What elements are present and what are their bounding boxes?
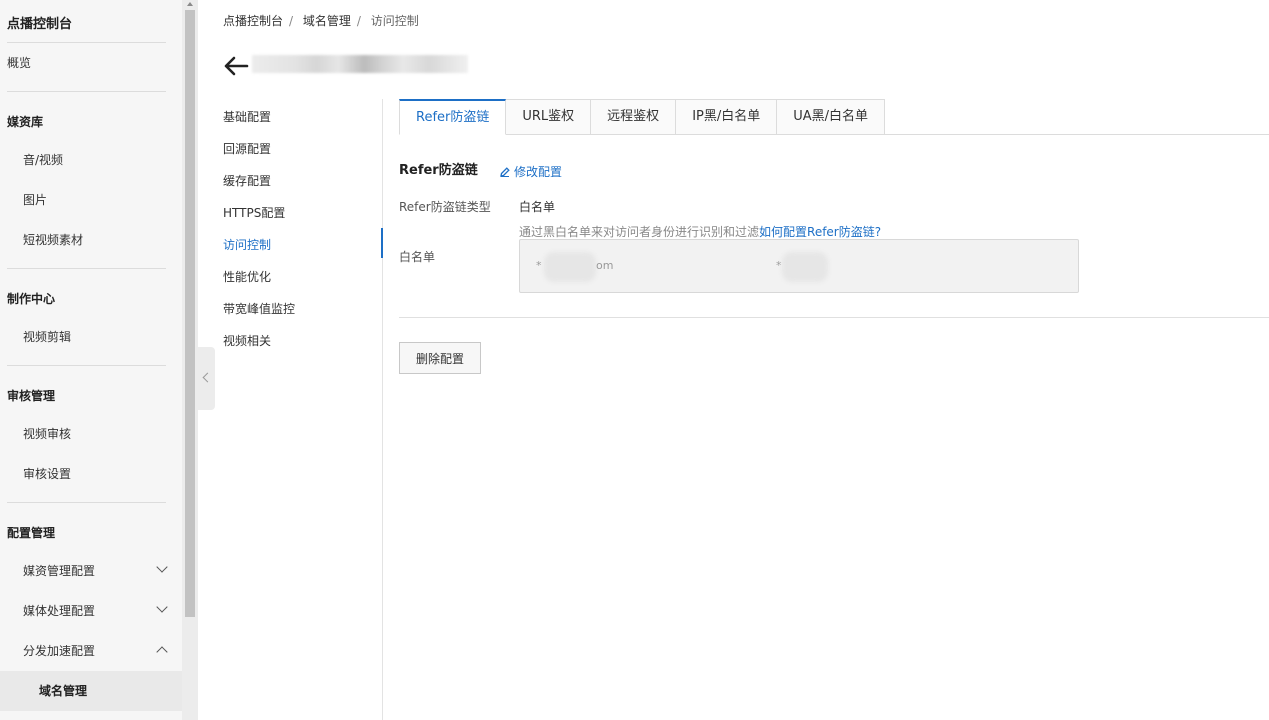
group-review-management: 审核管理: [7, 389, 56, 403]
whitelist-hint: 通过黑白名单来对访问者身份进行识别和过滤如何配置Refer防盗链?: [519, 223, 881, 240]
sidebar-item-label: 分发加速配置: [23, 644, 96, 658]
subnav-divider: [382, 99, 383, 720]
tab-url-auth[interactable]: URL鉴权: [506, 99, 592, 135]
sidebar-item-audio-video[interactable]: 音/视频: [0, 140, 182, 180]
whitelist-entries-box: * om *: [519, 239, 1079, 293]
chevron-down-icon: [156, 561, 168, 573]
refer-type-label: Refer防盗链类型: [399, 200, 491, 214]
breadcrumb-access-control: 访问控制: [370, 14, 419, 28]
how-to-configure-link[interactable]: 如何配置Refer防盗链?: [759, 225, 881, 239]
divider: [7, 502, 166, 503]
delete-config-button[interactable]: 删除配置: [399, 342, 481, 374]
scroll-up-arrow-icon[interactable]: [187, 2, 193, 6]
refer-type-value: 白名单: [519, 200, 556, 214]
chevron-left-icon: [202, 372, 213, 383]
subnav-basic-config[interactable]: 基础配置: [223, 101, 383, 133]
section-title: Refer防盗链: [399, 163, 478, 178]
redacted-entry: [782, 252, 828, 282]
subnav-access-control[interactable]: 访问控制: [223, 229, 383, 261]
subnav-cache-config[interactable]: 缓存配置: [223, 165, 383, 197]
sidebar-item-media-processing-config[interactable]: 媒体处理配置: [0, 591, 182, 631]
chevron-down-icon: [156, 601, 168, 613]
group-media-library: 媒资库: [7, 115, 44, 129]
sidebar-item-media-config[interactable]: 媒资管理配置: [0, 551, 182, 591]
edit-config-link[interactable]: 修改配置: [500, 163, 562, 180]
group-production-center: 制作中心: [7, 292, 56, 306]
tab-ip-list[interactable]: IP黑/白名单: [676, 99, 778, 135]
console-title: 点播控制台: [7, 17, 73, 32]
whitelist-label: 白名单: [399, 250, 436, 264]
sidebar-item-video-editing[interactable]: 视频剪辑: [0, 317, 182, 357]
subnav-https-config[interactable]: HTTPS配置: [223, 197, 383, 229]
whitelist-entry-suffix: om: [596, 259, 614, 272]
divider: [7, 268, 166, 269]
whitelist-entry-prefix: *: [536, 259, 542, 272]
subnav-active-indicator: [381, 228, 383, 258]
sidebar-item-video-review[interactable]: 视频审核: [0, 414, 182, 454]
tab-ua-list[interactable]: UA黑/白名单: [777, 99, 886, 135]
breadcrumb-console[interactable]: 点播控制台: [223, 14, 283, 28]
sidebar-item-images[interactable]: 图片: [0, 180, 182, 220]
sidebar-item-review-settings[interactable]: 审核设置: [0, 454, 182, 494]
breadcrumb-separator: /: [289, 14, 294, 28]
subnav-video-related[interactable]: 视频相关: [223, 325, 383, 357]
section-divider: [399, 317, 1269, 318]
redacted-entry: [544, 252, 596, 282]
sidebar: 点播控制台 概览 媒资库 音/视频 图片 短视频素材 制作中心 视频剪辑 审核管…: [0, 0, 182, 720]
tab-remote-auth[interactable]: 远程鉴权: [591, 99, 677, 135]
sidebar-item-label: 媒资管理配置: [23, 564, 96, 578]
tab-bar: Refer防盗链 URL鉴权 远程鉴权 IP黑/白名单 UA黑/白名单: [399, 99, 886, 135]
pencil-icon: [500, 167, 510, 177]
divider: [7, 91, 166, 92]
group-config-management: 配置管理: [7, 526, 56, 540]
subnav-origin-config[interactable]: 回源配置: [223, 133, 383, 165]
divider: [7, 365, 166, 366]
scroll-thumb[interactable]: [185, 10, 195, 617]
domain-name-redacted: [252, 55, 468, 73]
sidebar-collapse-handle[interactable]: [198, 347, 215, 410]
breadcrumb-separator: /: [356, 14, 361, 28]
chevron-up-icon: [156, 646, 168, 658]
sidebar-item-distribution-config[interactable]: 分发加速配置: [0, 631, 182, 671]
sidebar-scrollbar[interactable]: [182, 0, 198, 720]
back-arrow-icon[interactable]: [223, 56, 249, 76]
breadcrumb-domain-management[interactable]: 域名管理: [303, 14, 351, 28]
sidebar-item-short-video-materials[interactable]: 短视频素材: [0, 220, 182, 260]
hint-text: 通过黑白名单来对访问者身份进行识别和过滤: [519, 225, 760, 239]
subnav-bandwidth-monitor[interactable]: 带宽峰值监控: [223, 293, 383, 325]
whitelist-entry-prefix: *: [776, 259, 782, 272]
sidebar-item-label: 媒体处理配置: [23, 604, 96, 618]
tab-refer-hotlink[interactable]: Refer防盗链: [399, 99, 507, 135]
subnav-performance[interactable]: 性能优化: [223, 261, 383, 293]
breadcrumb: 点播控制台 / 域名管理 / 访问控制: [223, 12, 425, 29]
sidebar-item-overview[interactable]: 概览: [0, 43, 182, 83]
edit-config-label: 修改配置: [514, 165, 563, 179]
sidebar-item-domain-management[interactable]: 域名管理: [0, 671, 182, 711]
